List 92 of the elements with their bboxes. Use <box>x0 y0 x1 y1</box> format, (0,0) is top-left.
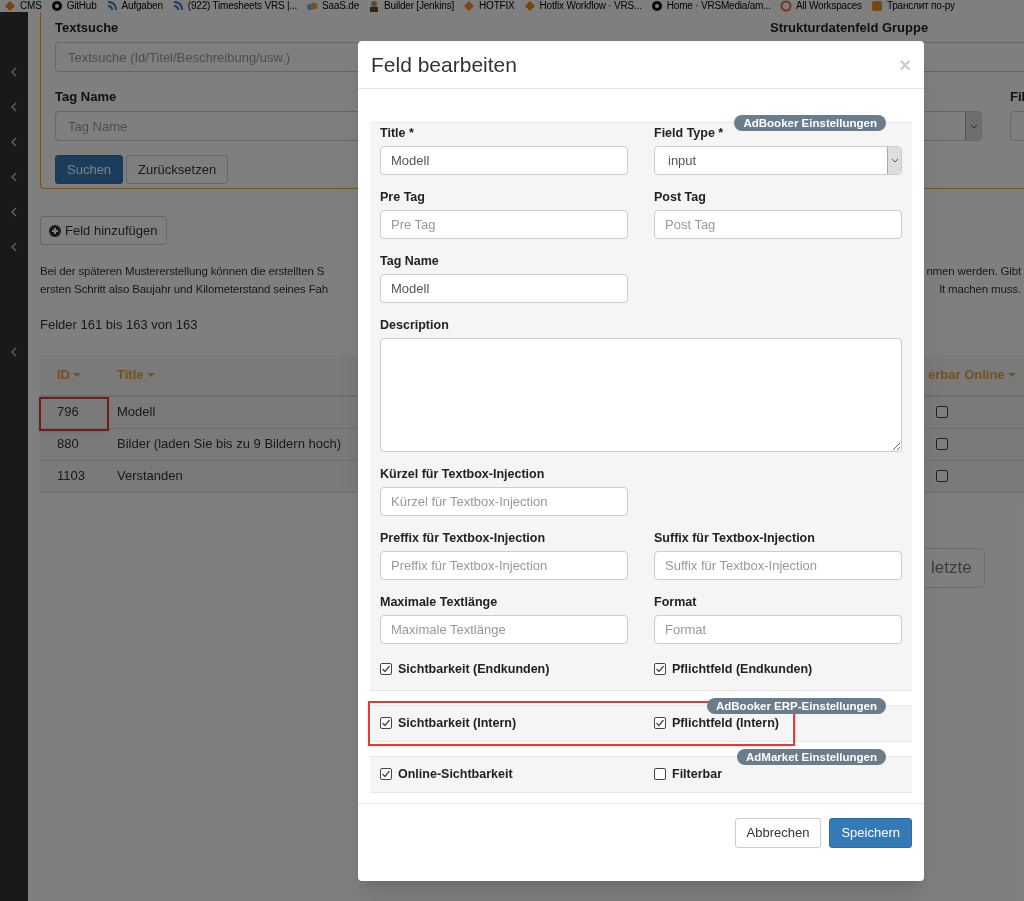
field-label: Description <box>380 317 450 334</box>
checkbox[interactable] <box>936 406 948 418</box>
field-label: Strukturdatenfeld Gruppe <box>770 20 930 36</box>
field-label: Fil <box>1010 89 1024 105</box>
checkbox-label[interactable]: Filterbar <box>654 764 902 784</box>
bookmark-link[interactable]: All Workspaces <box>779 0 862 12</box>
text-field[interactable]: Preffix für Textbox-Injection <box>380 551 628 580</box>
results-count: Felder 161 bis 163 von 163 <box>40 316 198 334</box>
field-label: Pre Tag <box>380 189 426 206</box>
sort-caret-icon <box>146 372 155 377</box>
button[interactable]: Suchen <box>55 155 124 184</box>
button[interactable]: Zurücksetzen <box>126 155 229 184</box>
text-field[interactable]: Maximale Textlänge <box>380 615 628 644</box>
checkbox[interactable] <box>936 438 948 450</box>
table-cell-text: 880 <box>57 435 79 454</box>
description-text: Bei der späteren Mustererstellung können die erstellten S <box>40 264 325 279</box>
text-field[interactable]: Kürzel für Textbox-Injection <box>380 487 628 516</box>
bookmark-link[interactable]: Home · VRSMedia/am... <box>650 0 771 12</box>
field-label: Format <box>654 594 698 611</box>
bookmark-link[interactable]: CMS <box>4 0 42 12</box>
checkbox[interactable] <box>654 663 666 676</box>
bookmark-link[interactable]: Builder [Jenkins] <box>368 0 455 12</box>
bookmark-link[interactable]: SaaS.de <box>306 0 360 12</box>
checkbox[interactable] <box>380 768 392 781</box>
add-field-button[interactable]: Feld hinzufügen <box>40 216 167 245</box>
table-cell-text: 796 <box>57 403 79 422</box>
field-label: Title * <box>380 125 415 142</box>
field-label: Post Tag <box>654 189 707 206</box>
button[interactable]: Speichern <box>829 817 912 848</box>
sort-caret-icon <box>1007 372 1016 377</box>
chevron-left-icon[interactable] <box>11 172 17 182</box>
chevron-down-icon <box>890 158 899 163</box>
text-field[interactable]: Modell <box>380 274 628 303</box>
bookmark-icon <box>523 0 536 12</box>
checkbox-label[interactable]: Sichtbarkeit (Endkunden) <box>380 660 628 679</box>
checkbox-label[interactable]: Online-Sichtbarkeit <box>380 764 628 784</box>
field-label: Kürzel für Textbox-Injection <box>380 466 546 483</box>
chevron-down-icon <box>969 123 978 129</box>
bookmark-link[interactable]: (922) Timesheets VRS |... <box>171 0 298 12</box>
sort-caret-icon <box>73 372 81 377</box>
bookmark-icon <box>779 0 792 12</box>
description-text: nmen werden. Gibt <box>926 264 1021 279</box>
table-cell: Modell <box>117 404 156 420</box>
plus-circle-icon <box>49 224 61 237</box>
table-cell: Verstanden <box>117 468 183 484</box>
bookmark-link[interactable]: GitHub <box>50 0 97 12</box>
bookmark-icon <box>105 0 118 12</box>
bookmark-link[interactable]: HOTFIX <box>463 0 515 12</box>
chevron-left-icon[interactable] <box>11 137 17 147</box>
description-text: lt machen muss. <box>939 282 1021 297</box>
table-cell: Bilder (laden Sie bis zu 9 Bildern hoch) <box>117 436 341 452</box>
chevron-left-icon[interactable] <box>11 67 17 77</box>
section-badge: AdBooker Einstellungen <box>734 115 886 131</box>
select-field[interactable]: input <box>654 146 902 175</box>
checkbox-label[interactable]: Sichtbarkeit (Intern) <box>380 713 628 733</box>
text-field[interactable]: Pre Tag <box>380 210 628 239</box>
checkbox[interactable] <box>380 717 392 730</box>
bookmark-link[interactable]: Hotfix Workflow · VRS... <box>523 0 642 12</box>
text-field[interactable]: Post Tag <box>654 210 902 239</box>
checkbox-label[interactable]: Pflichtfeld (Intern) <box>654 713 902 733</box>
chevron-left-icon[interactable] <box>11 102 17 112</box>
bookmark-icon <box>463 0 476 12</box>
checkbox-label[interactable]: Pflichtfeld (Endkunden) <box>654 660 902 679</box>
section-badge: AdBooker ERP-Einstellungen <box>706 697 886 714</box>
text-field[interactable]: Suffix für Textbox-Injection <box>654 551 902 580</box>
field-label: Field Type * <box>654 125 725 142</box>
chevron-left-icon[interactable] <box>11 242 17 252</box>
field-label: Preffix für Textbox-Injection <box>380 530 547 547</box>
bookmark-icon <box>171 0 184 12</box>
bookmark-link[interactable]: Транслит по-ру <box>870 0 955 12</box>
field-label: Suffix für Textbox-Injection <box>654 530 816 547</box>
field-label: Textsuche <box>55 20 120 36</box>
checkbox[interactable] <box>654 768 666 781</box>
bookmark-link[interactable]: Aufgaben <box>105 0 163 12</box>
chevron-left-icon[interactable] <box>11 207 17 217</box>
field-label: Maximale Textlänge <box>380 594 499 611</box>
bookmark-icon <box>306 0 319 12</box>
field-label: Tag Name <box>55 89 118 105</box>
button[interactable]: Abbrechen <box>734 817 822 848</box>
table-cell-text: 1103 <box>57 467 85 486</box>
description-text: ersten Schritt also Baujahr und Kilometerstand seines Fah <box>40 282 329 297</box>
dialog-title: Feld bearbeiten <box>371 51 517 78</box>
checkbox[interactable] <box>380 663 392 676</box>
checkbox[interactable] <box>654 717 666 730</box>
field-label: Tag Name <box>380 253 440 270</box>
chevron-left-icon[interactable] <box>11 347 17 357</box>
checkbox[interactable] <box>936 470 948 482</box>
text-field[interactable]: Format <box>654 615 902 644</box>
text-field[interactable]: Modell <box>380 146 628 175</box>
section-badge: AdMarket Einstellungen <box>737 748 886 765</box>
bookmark-icon <box>368 0 381 12</box>
bookmark-icon <box>870 0 883 12</box>
